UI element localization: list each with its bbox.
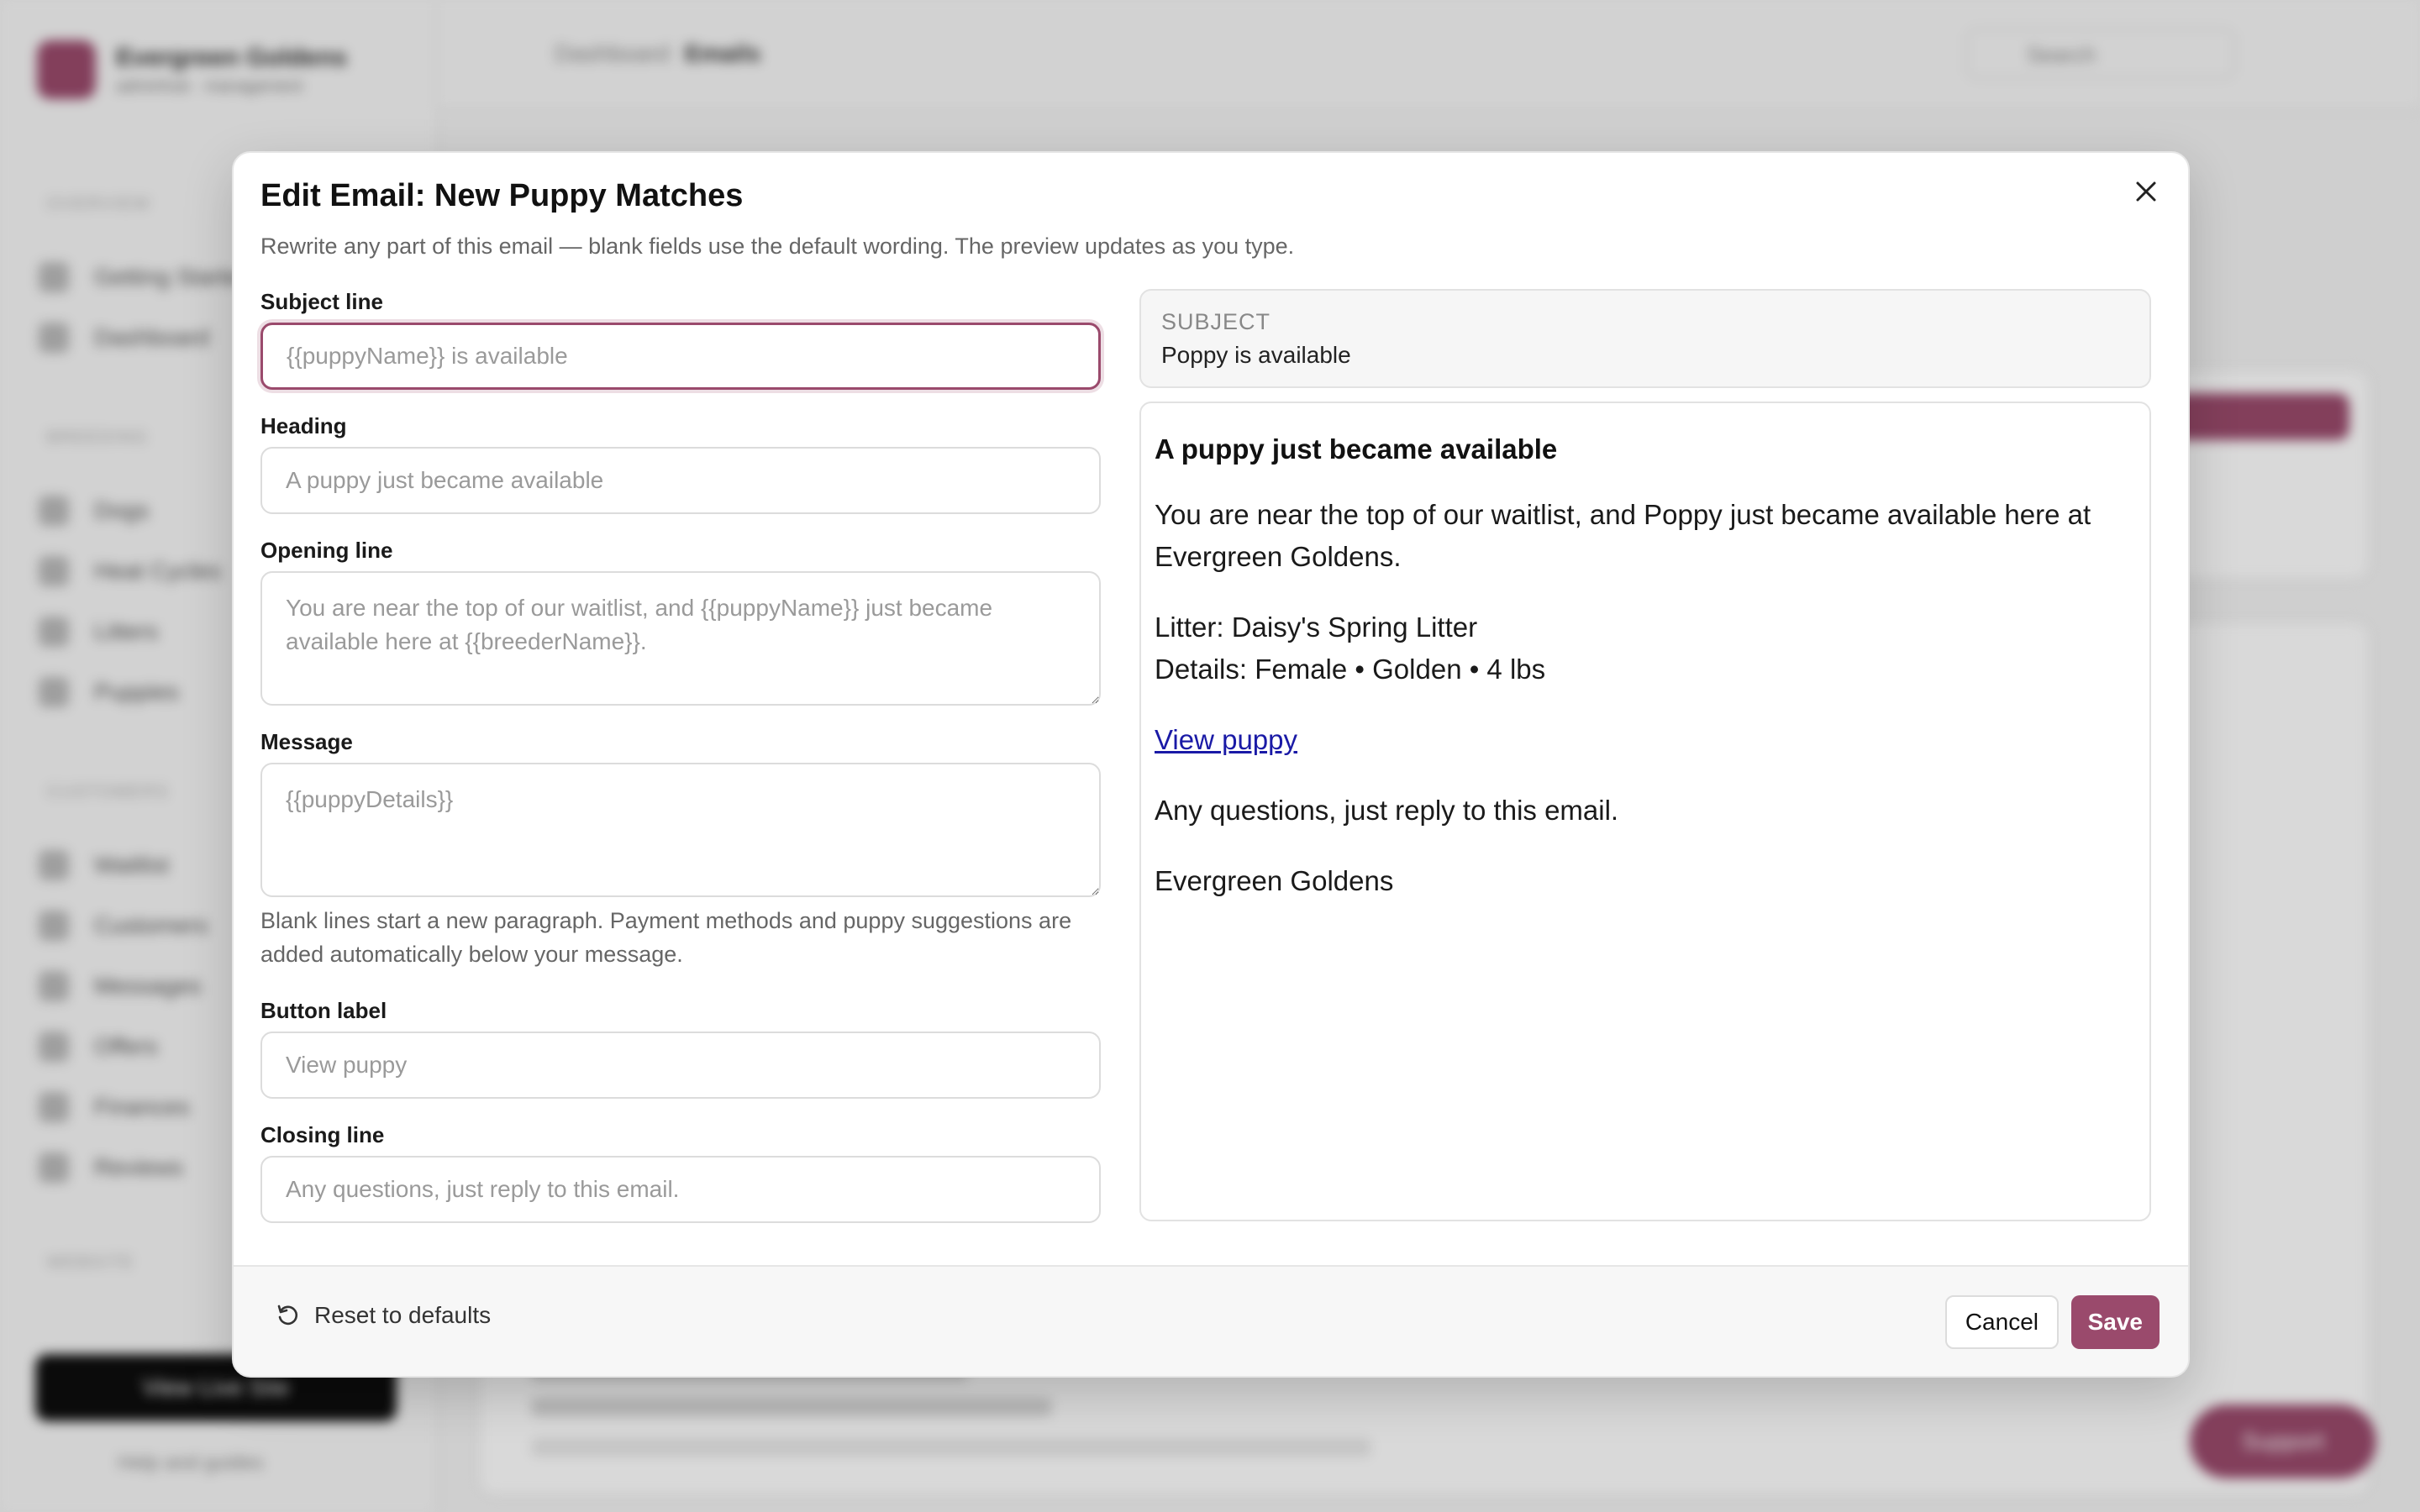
subject-input[interactable] [260,323,1101,390]
message-help-text: Blank lines start a new paragraph. Payme… [260,908,1072,967]
close-button[interactable] [2126,171,2166,212]
message-label: Message [260,729,353,754]
dialog-description: Rewrite any part of this email — blank f… [260,234,1295,259]
preview-details: Litter: Daisy's Spring Litter Details: F… [1155,606,2136,690]
reset-label: Reset to defaults [314,1302,492,1328]
preview-closing: Any questions, just reply to this email. [1155,795,1619,826]
dialog-title: Edit Email: New Puppy Matches [260,178,744,213]
preview-puppy-details: Details: Female • Golden • 4 lbs [1155,654,1546,685]
dialog-footer: Reset to defaults Cancel Save [234,1265,2188,1376]
message-textarea[interactable] [260,763,1101,897]
button-label-input[interactable] [260,1032,1101,1099]
subject-preview: SUBJECT Poppy is available [1139,289,2151,388]
button-label-label: Button label [260,998,387,1023]
opening-line-label: Opening line [260,538,393,563]
save-button[interactable]: Save [2070,1295,2160,1349]
preview-heading: A puppy just became available [1155,433,1558,465]
view-puppy-link[interactable]: View puppy [1155,724,1297,755]
preview-opening: You are near the top of our waitlist, an… [1155,499,2091,572]
subject-label: Subject line [260,289,383,314]
subject-preview-text: Poppy is available [1161,342,1351,368]
reset-icon [277,1305,297,1326]
closing-line-label: Closing line [260,1122,385,1147]
closing-line-input[interactable] [260,1156,1101,1223]
email-preview: A puppy just became available You are ne… [1139,402,2151,1221]
close-icon [2136,181,2156,202]
preview-link-paragraph: View puppy [1155,719,2136,761]
heading-input[interactable] [260,447,1101,514]
opening-line-textarea[interactable] [260,571,1101,706]
heading-label: Heading [260,413,347,438]
subject-kicker: SUBJECT [1161,309,1271,334]
reset-to-defaults-button[interactable]: Reset to defaults [276,1302,491,1329]
preview-litter: Litter: Daisy's Spring Litter [1155,612,1478,643]
edit-email-dialog: Edit Email: New Puppy Matches Rewrite an… [232,151,2190,1378]
cancel-button[interactable]: Cancel [1944,1295,2059,1349]
preview-signature: Evergreen Goldens [1155,865,1394,896]
